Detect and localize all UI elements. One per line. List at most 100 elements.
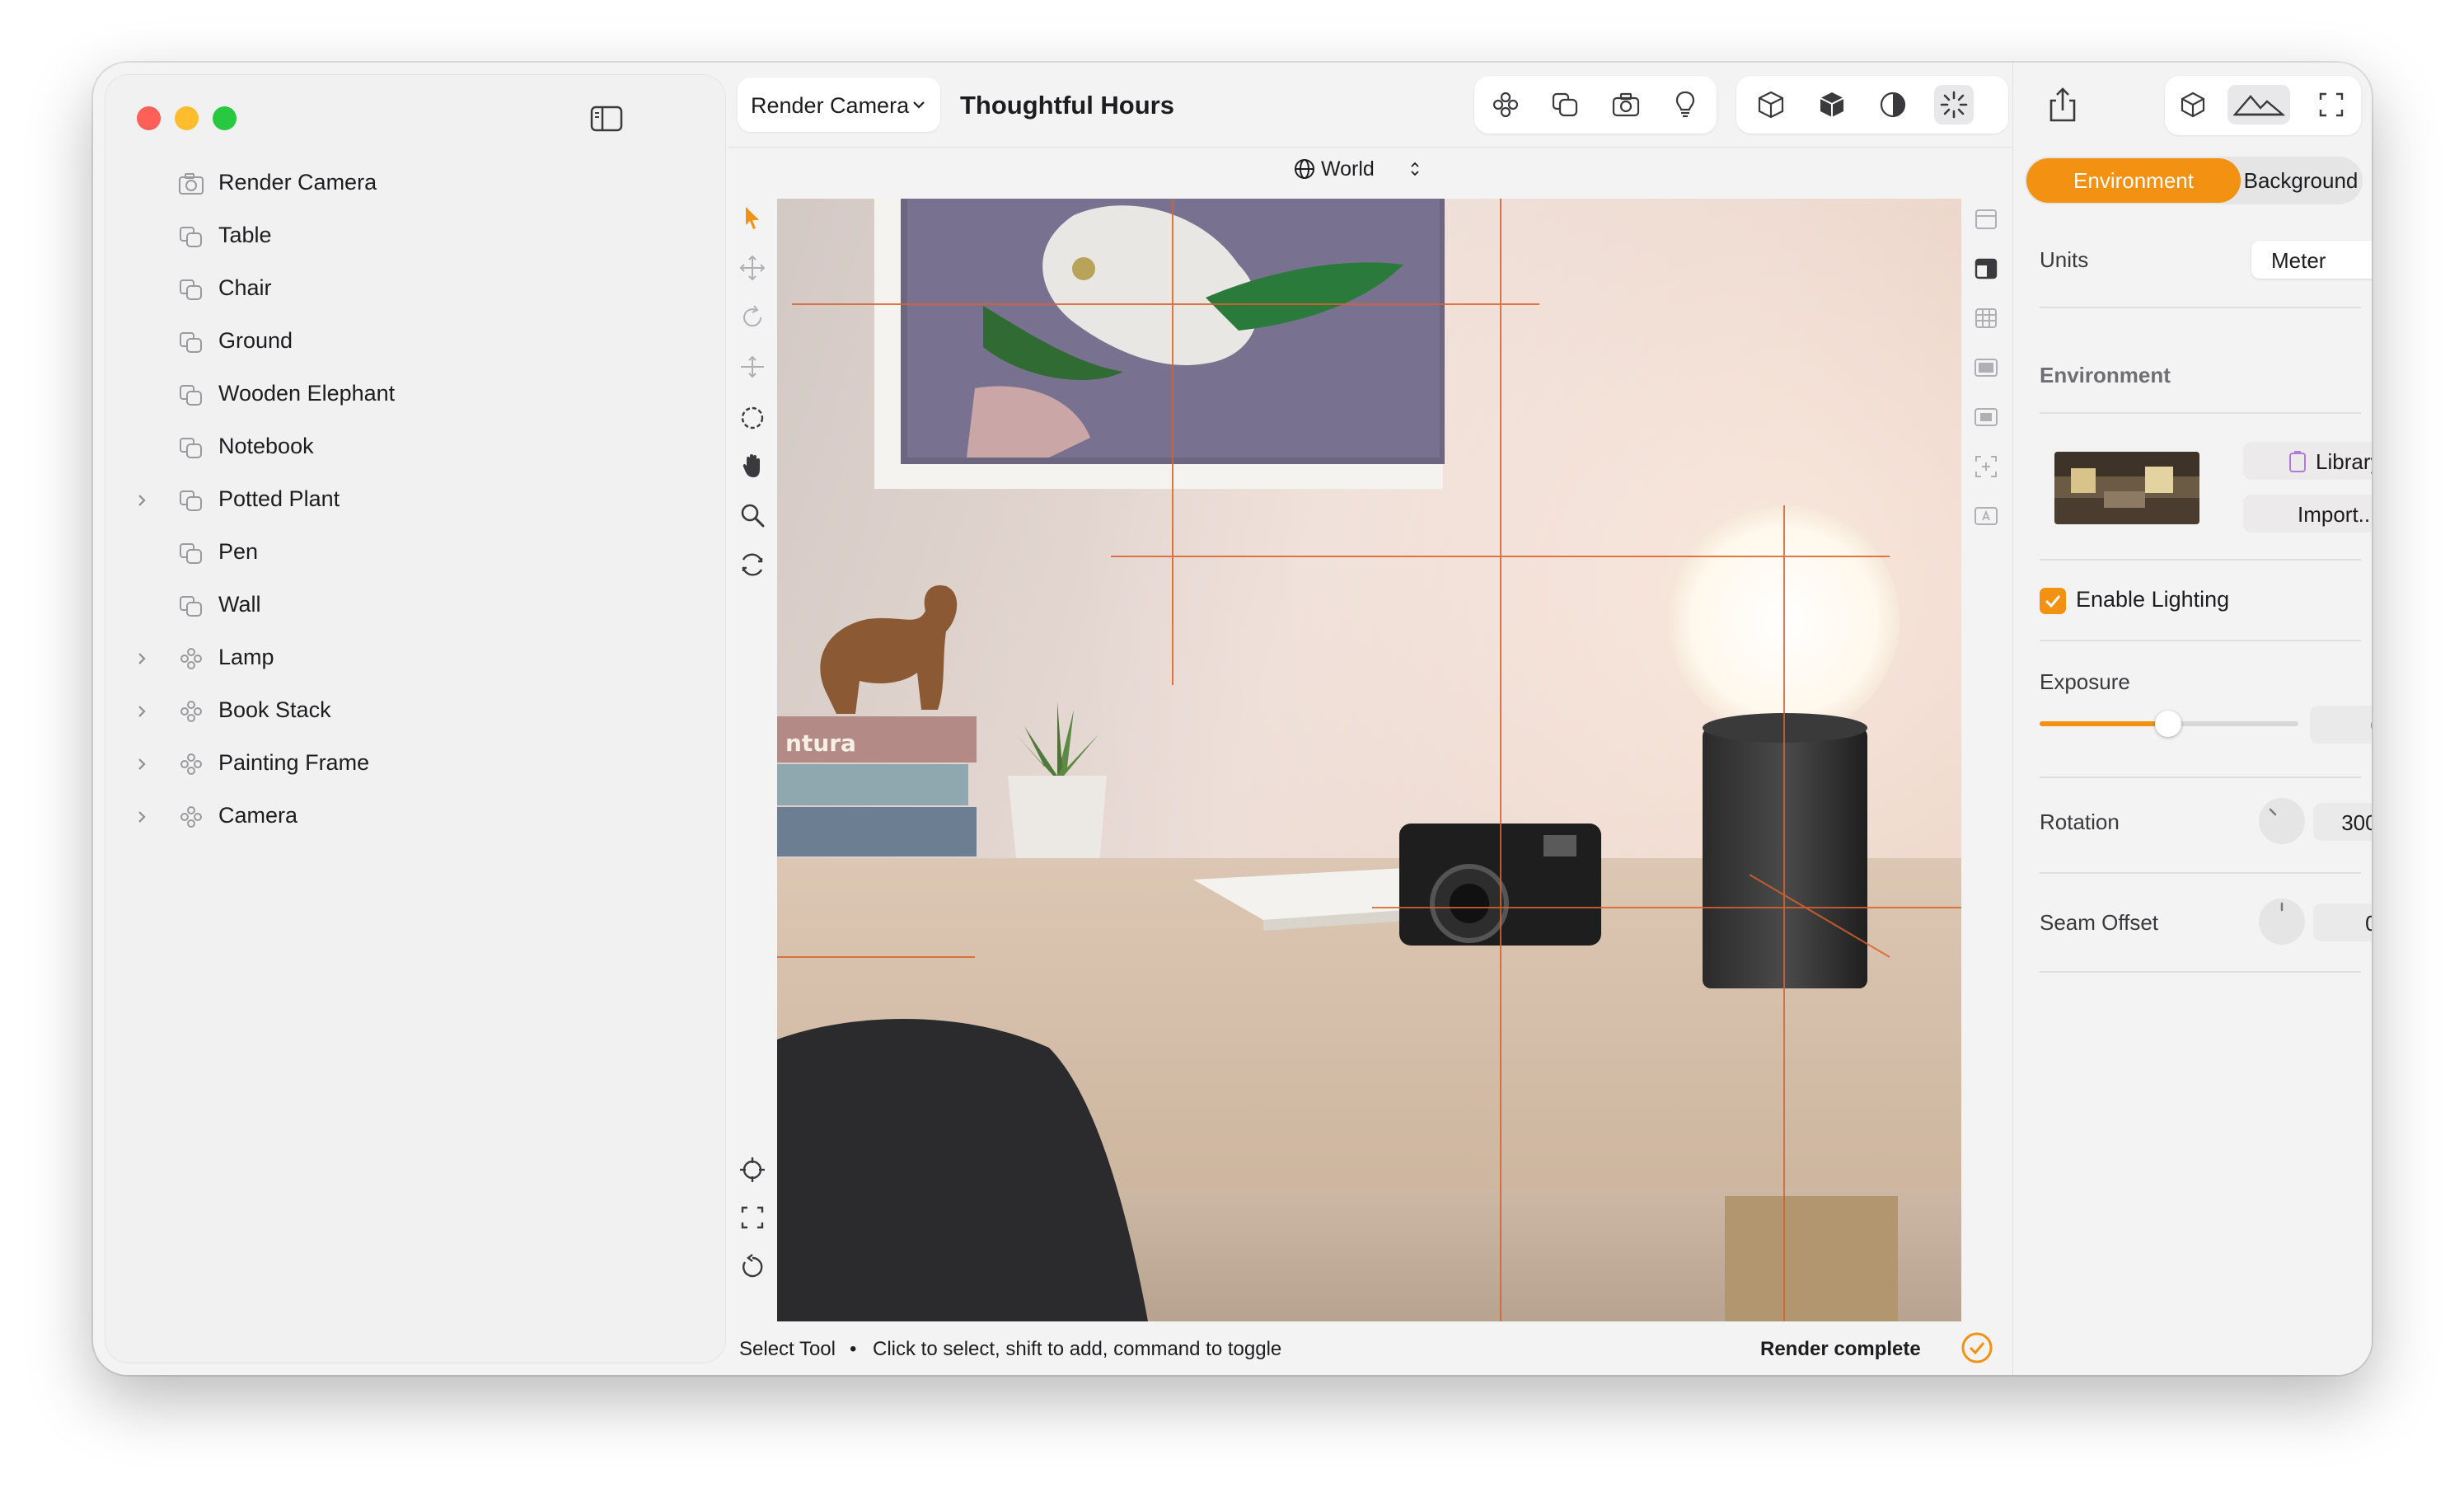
render-viewport[interactable]: ntura <box>777 199 1961 1321</box>
coordinate-space-selector[interactable]: World <box>1295 157 1419 181</box>
screen-view-button[interactable] <box>1972 354 2000 382</box>
shading-icon <box>1880 92 1906 118</box>
dial-indicator-icon <box>2280 902 2284 912</box>
inspector-mode-group <box>2165 76 2361 135</box>
tree-item-ground[interactable]: Ground <box>105 316 725 368</box>
divider <box>2040 307 2361 308</box>
seam-offset-field[interactable]: 0° <box>2313 903 2372 941</box>
tree-item-wooden-elephant[interactable]: Wooden Elephant <box>105 368 725 421</box>
enable-lighting-checkbox[interactable] <box>2040 588 2066 614</box>
divider <box>2040 971 2361 973</box>
dial-indicator-icon <box>2269 808 2277 816</box>
exposure-slider-knob[interactable] <box>2155 711 2181 737</box>
insert-toolbar-group <box>1474 76 1717 134</box>
hand-icon <box>742 454 760 477</box>
environment-section-title: Environment <box>2040 363 2171 387</box>
zoom-window-button[interactable] <box>213 106 237 130</box>
units-popup[interactable]: Meter <box>2251 241 2372 279</box>
add-light-button[interactable] <box>1665 85 1705 124</box>
updown-chevron-icon <box>1410 159 1420 179</box>
chevron-right-icon[interactable] <box>134 651 149 666</box>
reset-view-button[interactable] <box>738 1252 767 1282</box>
solid-mode-button[interactable] <box>1812 85 1852 124</box>
lasso-tool-button[interactable] <box>738 403 767 433</box>
status-tool-name: Select Tool <box>739 1338 836 1360</box>
document-title: Thoughtful Hours <box>960 91 1174 120</box>
sidebar-toggle-icon[interactable] <box>590 105 623 133</box>
chevron-right-icon[interactable] <box>134 493 149 508</box>
group-icon <box>178 646 204 671</box>
close-window-button[interactable] <box>137 106 161 130</box>
view-options-rail <box>1961 194 2012 1315</box>
group-icon <box>178 805 204 829</box>
safe-frame-button[interactable] <box>1972 403 2000 431</box>
exposure-field[interactable]: 0 <box>2310 706 2372 744</box>
object-inspector-button[interactable] <box>2173 85 2213 124</box>
status-hint: Click to select, shift to add, command t… <box>873 1338 1282 1360</box>
tree-item-camera[interactable]: Camera <box>105 791 725 843</box>
checkmark-icon <box>2045 595 2061 608</box>
divider <box>2040 559 2361 561</box>
layout-single-button[interactable] <box>1972 205 2000 233</box>
import-button[interactable]: Import... <box>2243 495 2372 533</box>
select-tool-button[interactable] <box>738 204 767 233</box>
share-button[interactable] <box>2043 84 2082 127</box>
chevron-right-icon[interactable] <box>134 704 149 719</box>
chevron-right-icon[interactable] <box>134 810 149 824</box>
rotation-field[interactable]: 300° <box>2313 803 2372 841</box>
tree-item-table[interactable]: Table <box>105 210 725 263</box>
seam-offset-dial[interactable] <box>2259 899 2305 945</box>
enable-lighting-label: Enable Lighting <box>2076 587 2230 612</box>
tree-item-label: Render Camera <box>218 170 377 195</box>
chevron-right-icon[interactable] <box>134 757 149 772</box>
tree-item-label: Pen <box>218 539 259 564</box>
tree-item-potted-plant[interactable]: Potted Plant <box>105 474 725 527</box>
tree-item-label: Table <box>218 223 272 247</box>
material-mode-button[interactable] <box>1873 85 1913 124</box>
add-camera-button[interactable] <box>1606 85 1646 124</box>
camera-selector[interactable]: Render Camera <box>738 77 940 132</box>
grid-view-button[interactable] <box>1972 304 2000 332</box>
wireframe-mode-button[interactable] <box>1751 85 1791 124</box>
add-group-button[interactable] <box>1486 85 1525 124</box>
tree-item-notebook[interactable]: Notebook <box>105 421 725 474</box>
add-object-button[interactable] <box>1545 85 1585 124</box>
orbit-tool-button[interactable] <box>738 550 767 580</box>
tree-item-book-stack[interactable]: Book Stack <box>105 685 725 738</box>
rotate-tool-button[interactable] <box>738 303 767 332</box>
tree-item-render-camera[interactable]: Render Camera <box>105 157 725 210</box>
tab-background[interactable]: Background <box>2241 158 2361 203</box>
library-button[interactable]: Library <box>2243 442 2372 480</box>
crosshair-icon <box>740 1157 765 1182</box>
layout-split-button[interactable] <box>1972 255 2000 283</box>
object-icon <box>178 435 204 460</box>
seam-offset-label: Seam Offset <box>2040 910 2159 935</box>
focus-frame-button[interactable] <box>1972 453 2000 481</box>
frame-all-button[interactable] <box>738 1203 767 1232</box>
minimize-window-button[interactable] <box>175 106 199 130</box>
scale-tool-button[interactable] <box>738 352 767 382</box>
zoom-tool-button[interactable] <box>738 500 767 530</box>
rotation-dial[interactable] <box>2259 798 2305 844</box>
text-overlay-button[interactable] <box>1972 502 2000 530</box>
tree-item-wall[interactable]: Wall <box>105 580 725 632</box>
fullscreen-icon <box>2319 92 2344 117</box>
seam-offset-value: 0° <box>2365 911 2372 936</box>
fullscreen-button[interactable] <box>2312 85 2351 124</box>
render-mode-button[interactable] <box>1934 85 1974 124</box>
tree-item-lamp[interactable]: Lamp <box>105 632 725 685</box>
group-icon <box>178 752 204 777</box>
environment-map-thumbnail[interactable] <box>2054 452 2199 524</box>
tree-item-pen[interactable]: Pen <box>105 527 725 580</box>
tree-item-painting-frame[interactable]: Painting Frame <box>105 738 725 791</box>
rotation-value: 300° <box>2341 810 2372 835</box>
move-tool-button[interactable] <box>738 253 767 283</box>
focus-target-button[interactable] <box>738 1155 767 1185</box>
tab-environment[interactable]: Environment <box>2026 158 2241 203</box>
environment-inspector-button[interactable] <box>2227 85 2290 124</box>
tree-item-label: Wooden Elephant <box>218 381 396 406</box>
pan-tool-button[interactable] <box>738 451 767 481</box>
group-icon <box>1492 92 1519 118</box>
tree-item-chair[interactable]: Chair <box>105 263 725 316</box>
mountains-icon <box>2232 95 2285 116</box>
